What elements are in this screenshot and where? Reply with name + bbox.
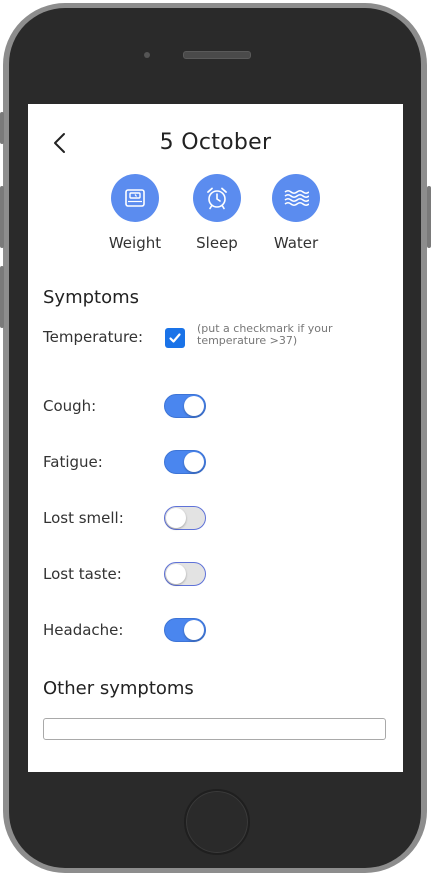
lost-smell-toggle[interactable] [164,506,206,530]
side-button-power [427,186,431,248]
temperature-label: Temperature: [43,328,144,346]
scale-icon [125,189,145,207]
metric-weight[interactable]: Weight [100,174,170,252]
symptoms-heading: Symptoms [43,287,140,308]
metric-water-label: Water [273,234,319,252]
cough-toggle[interactable] [164,394,206,418]
side-button-mute [0,112,4,144]
other-symptoms-input[interactable] [43,718,386,740]
temperature-hint: (put a checkmark if your temperature >37… [197,322,333,347]
toggle-knob [184,452,204,472]
app-screen: 5 October Weight Sleep Water Symptoms Te… [28,104,403,772]
front-camera [144,52,150,58]
other-symptoms-heading: Other symptoms [43,678,194,699]
waves-icon [284,190,309,206]
metric-sleep-label: Sleep [196,234,238,252]
lost-taste-toggle[interactable] [164,562,206,586]
metric-sleep[interactable]: Sleep [182,174,252,252]
lost-taste-label: Lost taste: [43,565,122,583]
toggle-knob [184,620,204,640]
earpiece-speaker [183,51,251,59]
checkmark-icon [169,333,181,343]
fatigue-toggle[interactable] [164,450,206,474]
side-button-volume-down [0,266,4,328]
metric-water[interactable]: Water [261,174,331,252]
toggle-knob [184,396,204,416]
cough-label: Cough: [43,397,97,415]
fatigue-label: Fatigue: [43,453,103,471]
headache-toggle[interactable] [164,618,206,642]
side-button-volume-up [0,186,4,248]
headache-label: Headache: [43,621,124,639]
alarm-clock-icon [207,187,227,210]
home-button[interactable] [184,789,250,855]
temperature-checkbox[interactable] [165,328,185,348]
page-title: 5 October [159,130,272,155]
metric-water-button[interactable] [272,174,320,222]
toggle-knob [166,564,186,584]
metric-sleep-button[interactable] [193,174,241,222]
metric-weight-label: Weight [108,234,162,252]
metric-weight-button[interactable] [111,174,159,222]
lost-smell-label: Lost smell: [43,509,124,527]
toggle-knob [166,508,186,528]
